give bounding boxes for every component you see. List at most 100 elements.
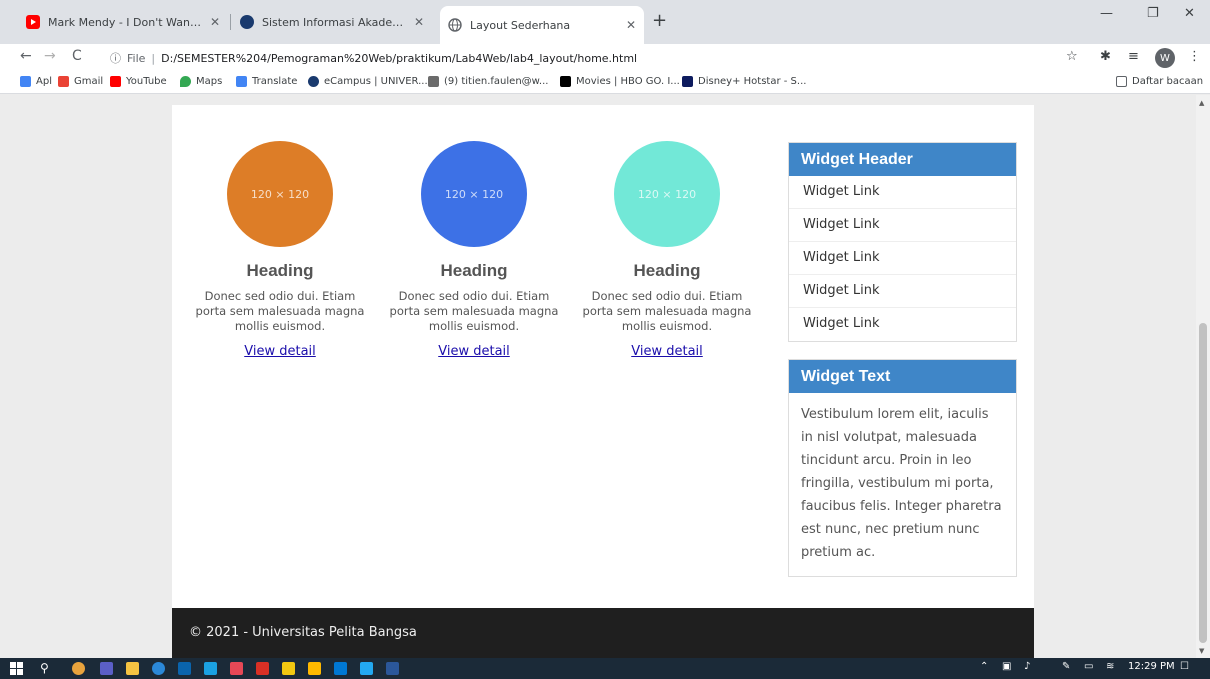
widget-link[interactable]: Widget Link <box>789 209 1016 242</box>
maps-pin-icon <box>180 76 191 87</box>
tab-layout-sederhana[interactable]: Layout Sederhana ✕ <box>440 6 644 44</box>
bookmark-ecampus[interactable]: eCampus | UNIVER... <box>308 76 428 87</box>
word-icon[interactable] <box>386 662 399 675</box>
profile-avatar[interactable]: W <box>1155 48 1175 68</box>
notifications-icon[interactable]: ☐ <box>1180 661 1189 672</box>
card-text: Donec sed odio dui. Etiam porta sem male… <box>389 289 559 333</box>
windows-start-icon[interactable] <box>10 662 23 675</box>
bookmark-youtube[interactable]: YouTube <box>110 76 167 87</box>
youtube-icon <box>110 76 121 87</box>
bookmark-mail[interactable]: (9) titien.faulen@w... <box>428 76 548 87</box>
tab-divider <box>230 14 231 30</box>
close-icon[interactable]: ✕ <box>414 15 424 29</box>
bookmark-maps[interactable]: Maps <box>180 76 222 87</box>
teams-icon[interactable] <box>100 662 113 675</box>
search-icon[interactable]: ⚲ <box>40 661 49 675</box>
browser-tab-bar: Mark Mendy - I Don't Wanna Be ✕ Sistem I… <box>0 0 1210 44</box>
url-scheme-label: File <box>127 51 146 65</box>
bookmark-label: Apl <box>36 76 52 87</box>
globe-icon <box>448 18 462 32</box>
file-explorer-icon[interactable] <box>126 662 139 675</box>
network-icon[interactable]: ▣ <box>1002 661 1011 672</box>
apps-grid-icon <box>20 76 31 87</box>
widget-header: Widget Header <box>789 143 1016 176</box>
pen-icon[interactable]: ✎ <box>1062 661 1070 672</box>
vscode-icon[interactable] <box>360 662 373 675</box>
placeholder-image: 120 × 120 <box>227 141 333 247</box>
page-viewport: 120 × 120 Heading Donec sed odio dui. Et… <box>0 95 1196 658</box>
restore-icon[interactable]: ❐ <box>1147 6 1159 21</box>
chrome-icon[interactable] <box>72 662 85 675</box>
reading-list-label: Daftar bacaan <box>1132 76 1204 87</box>
scroll-up-icon[interactable]: ▲ <box>1199 99 1204 107</box>
widget-text-header: Widget Text <box>789 360 1016 393</box>
battery-icon[interactable]: ▭ <box>1084 661 1093 672</box>
tab-sistem-informasi[interactable]: Sistem Informasi Akademik ✕ <box>232 8 432 36</box>
close-icon[interactable]: ✕ <box>210 15 220 29</box>
minimize-icon[interactable]: — <box>1100 6 1113 21</box>
menu-kebab-icon[interactable]: ⋮ <box>1188 49 1201 64</box>
footer-copyright: © 2021 - Universitas Pelita Bangsa <box>189 625 417 640</box>
page-scrollbar[interactable]: ▲ ▼ <box>1196 95 1210 658</box>
window-close-icon[interactable]: ✕ <box>1184 6 1195 21</box>
browser-toolbar: ← → C ⓘ File | D:/SEMESTER%204/Pemograma… <box>0 44 1210 72</box>
bookmark-disney[interactable]: Disney+ Hotstar - S... <box>682 76 806 87</box>
url-divider: | <box>151 51 156 65</box>
close-icon[interactable]: ✕ <box>626 18 636 32</box>
placeholder-size-label: 120 × 120 <box>637 187 697 201</box>
disney-icon <box>682 76 693 87</box>
store-icon[interactable] <box>308 662 321 675</box>
volume-icon[interactable]: ♪ <box>1024 661 1030 672</box>
widget-link[interactable]: Widget Link <box>789 242 1016 275</box>
widget-link[interactable]: Widget Link <box>789 176 1016 209</box>
view-detail-link[interactable]: View detail <box>438 344 510 359</box>
reading-list-button[interactable]: Daftar bacaan <box>1116 76 1203 87</box>
scroll-down-icon[interactable]: ▼ <box>1199 647 1204 655</box>
scrollbar-thumb[interactable] <box>1199 323 1207 643</box>
bookmark-label: eCampus | UNIVER... <box>324 76 428 87</box>
reload-icon[interactable]: C <box>72 48 82 64</box>
card-heading: Heading <box>440 261 508 280</box>
tab-youtube[interactable]: Mark Mendy - I Don't Wanna Be ✕ <box>18 8 228 36</box>
feature-card: 120 × 120 Heading Donec sed odio dui. Et… <box>569 141 765 359</box>
edge-icon[interactable] <box>152 662 165 675</box>
card-text: Donec sed odio dui. Etiam porta sem male… <box>582 289 752 333</box>
back-icon[interactable]: ← <box>20 48 32 64</box>
bookmark-apl[interactable]: Apl <box>20 76 52 87</box>
info-icon[interactable]: ⓘ <box>110 50 121 66</box>
google-icon <box>58 76 69 87</box>
forward-icon[interactable]: → <box>44 48 56 64</box>
translate-icon <box>236 76 247 87</box>
bookmark-label: Movies | HBO GO. I... <box>576 76 680 87</box>
app-window-icon[interactable] <box>334 662 347 675</box>
placeholder-size-label: 120 × 120 <box>250 187 310 201</box>
clock-time[interactable]: 12:29 PM <box>1128 661 1175 672</box>
view-detail-link[interactable]: View detail <box>244 344 316 359</box>
mail-icon[interactable] <box>178 662 191 675</box>
card-text: Donec sed odio dui. Etiam porta sem male… <box>195 289 365 333</box>
acrobat-icon[interactable] <box>256 662 269 675</box>
tab-title: Layout Sederhana <box>470 18 571 32</box>
widget-text: Widget Text Vestibulum lorem elit, iacul… <box>788 359 1017 577</box>
url-text[interactable]: D:/SEMESTER%204/Pemograman%20Web/praktik… <box>161 52 637 65</box>
view-detail-link[interactable]: View detail <box>631 344 703 359</box>
mail-icon <box>428 76 439 87</box>
widget-link[interactable]: Widget Link <box>789 275 1016 308</box>
address-bar[interactable]: ⓘ File | D:/SEMESTER%204/Pemograman%20We… <box>100 47 1060 69</box>
bookmark-translate[interactable]: Translate <box>236 76 297 87</box>
extensions-icon[interactable]: ✱ <box>1100 49 1111 64</box>
app-l-icon[interactable] <box>204 662 217 675</box>
tray-chevron-icon[interactable]: ⌃ <box>980 661 988 672</box>
bookmark-gmail[interactable]: Gmail <box>58 76 103 87</box>
reading-list-icon[interactable]: ≡ <box>1128 49 1139 64</box>
card-heading: Heading <box>246 261 314 280</box>
bookmark-hbo[interactable]: Movies | HBO GO. I... <box>560 76 680 87</box>
sticky-notes-icon[interactable] <box>282 662 295 675</box>
security-icon[interactable] <box>230 662 243 675</box>
wifi-icon[interactable]: ≋ <box>1106 661 1114 672</box>
widget-link[interactable]: Widget Link <box>789 308 1016 341</box>
new-tab-icon[interactable]: + <box>652 10 667 31</box>
hbo-icon <box>560 76 571 87</box>
bookmark-label: Disney+ Hotstar - S... <box>698 76 807 87</box>
bookmark-star-icon[interactable]: ☆ <box>1066 49 1078 64</box>
